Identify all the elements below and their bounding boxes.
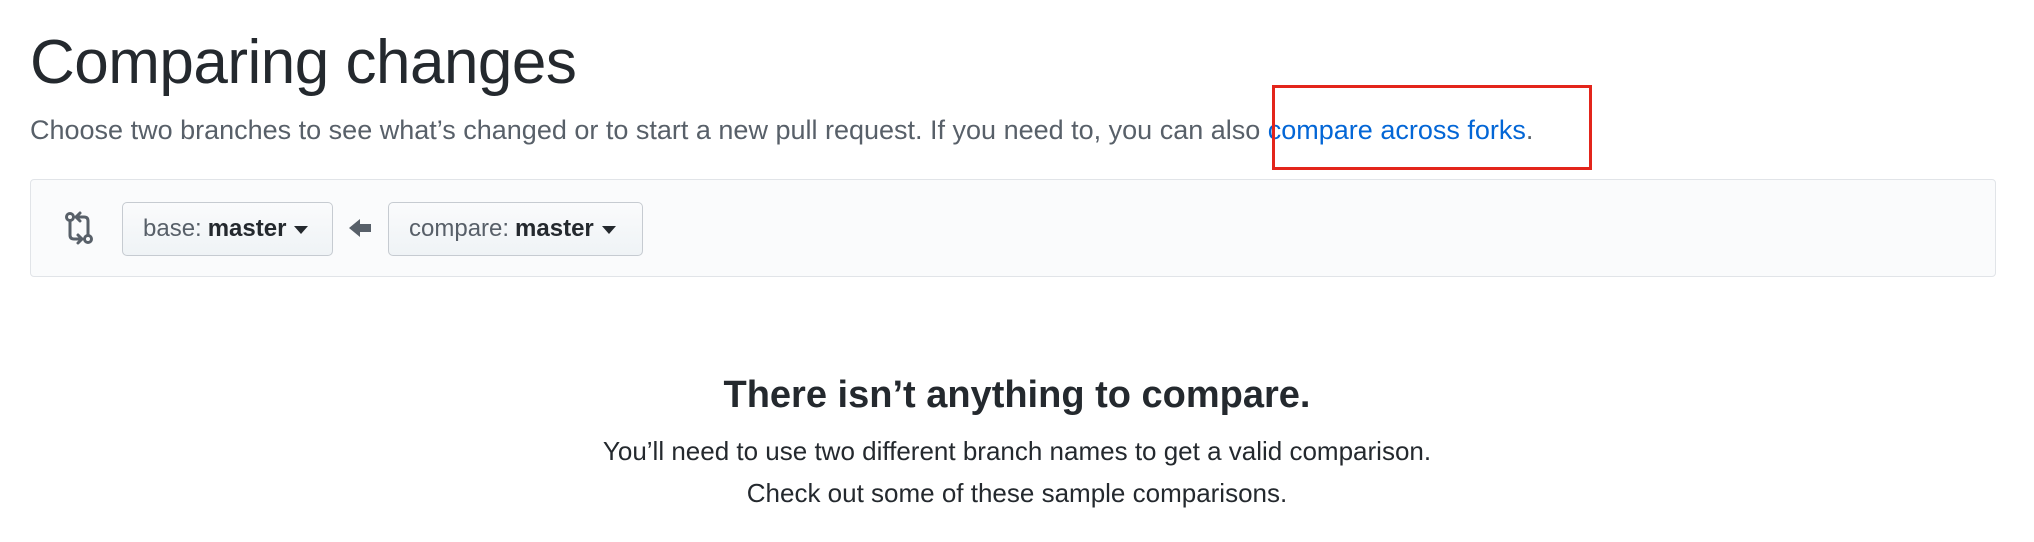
subtitle-period: . <box>1525 115 1534 145</box>
page-title: Comparing changes <box>30 28 577 97</box>
blankslate: There isn’t anything to compare. You’ll … <box>0 370 2034 514</box>
range-editor: base: master compare: master <box>30 179 1996 277</box>
base-branch-prefix: base: <box>143 215 202 242</box>
blankslate-description: You’ll need to use two different branch … <box>602 436 1432 466</box>
chevron-down-icon <box>601 226 616 234</box>
compare-branch-button[interactable]: compare: master <box>388 202 643 256</box>
base-branch-name: master <box>207 215 287 242</box>
compare-branch-name: master <box>515 215 594 242</box>
compare-branch-prefix: compare: <box>409 215 510 242</box>
base-branch-button[interactable]: base: master <box>122 202 333 256</box>
blankslate-sample-text: Check out some of these sample compariso… <box>746 478 1288 508</box>
blankslate-title: There isn’t anything to compare. <box>723 374 1311 416</box>
subtitle-text: Choose two branches to see what’s change… <box>30 115 1268 145</box>
page-subtitle: Choose two branches to see what’s change… <box>30 110 1533 150</box>
arrow-left-icon <box>349 219 371 237</box>
compare-across-forks-link[interactable]: compare across forks <box>1268 115 1526 145</box>
chevron-down-icon <box>294 226 309 234</box>
git-compare-icon <box>65 211 93 245</box>
